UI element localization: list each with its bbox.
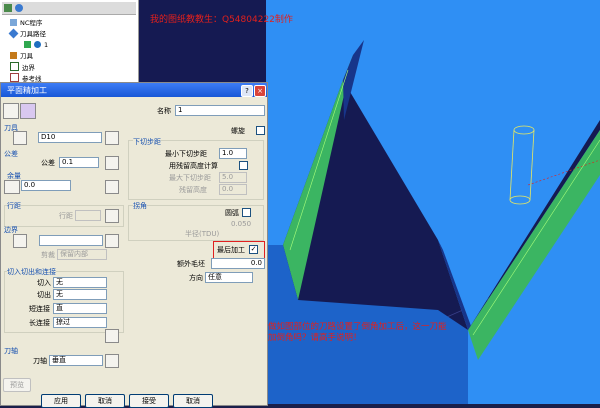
cancel-button[interactable]: 取消 — [173, 394, 213, 408]
leads-section-label: 切入切出和连接 — [7, 267, 56, 277]
tool-icon — [10, 52, 17, 59]
trim-select: 保留内部 — [57, 249, 107, 260]
short-link-select[interactable]: 直 — [53, 303, 107, 314]
stepover-edit-icon — [105, 209, 119, 223]
cancel-calc-button[interactable]: 取消 — [85, 394, 125, 408]
tool-select[interactable]: D10 — [38, 132, 102, 143]
pattern-icon — [10, 73, 19, 82]
check-icon — [24, 41, 31, 48]
dialog-titlebar[interactable]: 平面精加工 ? × — [1, 83, 267, 97]
lead-out-select[interactable]: 无 — [53, 289, 107, 300]
allowance-input[interactable]: 0.0 — [21, 180, 71, 191]
last-pass-checkbox[interactable]: ✓ — [249, 245, 258, 254]
arc-label: 圆弧 — [225, 209, 239, 217]
boundary-icon — [10, 62, 19, 71]
downstep-section-label: 下切步距 — [133, 137, 161, 147]
finishing-dialog: 平面精加工 ? × 名称 1 刀具 D10 螺旋 公差 公差 0.1 余量 0.… — [0, 82, 268, 408]
radius-label: 半径(TDU) — [185, 230, 220, 238]
last-pass-label: 最后加工 — [217, 246, 245, 254]
tool-axis-select[interactable]: 垂直 — [49, 355, 103, 366]
corner-section-label: 拐角 — [133, 201, 147, 211]
direction-select[interactable]: 任意 — [205, 272, 253, 283]
residual-height-label: 残留高度 — [179, 186, 207, 194]
dialog-title: 平面精加工 — [7, 86, 47, 95]
globe-icon[interactable] — [15, 4, 23, 12]
radius-value: 0.050 — [231, 220, 252, 228]
toolpath-node-icon — [34, 41, 41, 48]
min-downstep-input[interactable]: 1.0 — [219, 148, 247, 159]
tolerance-dice-icon[interactable] — [105, 156, 119, 170]
tree-item-toolpaths[interactable]: 刀具路径 — [8, 28, 46, 39]
spiral-checkbox[interactable] — [256, 126, 265, 135]
tool-axis-edit-icon[interactable] — [105, 354, 119, 368]
long-link-select[interactable]: 掠过 — [53, 317, 107, 328]
lead-out-label: 切出 — [37, 291, 51, 299]
strategy-image-icon[interactable] — [20, 103, 36, 119]
tree-item-toolpath-1[interactable]: 1 — [24, 40, 48, 50]
tolerance-label: 公差 — [41, 159, 55, 167]
stepover-input — [75, 210, 101, 221]
name-input[interactable]: 1 — [175, 105, 265, 116]
tree-icon[interactable] — [4, 4, 12, 12]
leads-edit-icon[interactable] — [105, 329, 119, 343]
tool-edit-icon[interactable] — [105, 131, 119, 145]
accept-button[interactable]: 接受 — [129, 394, 169, 408]
annotation-note: 做如图部位的刀路设置了倒角加工后，这一刀能加倒角吗？请高手说明！ — [268, 322, 447, 343]
trim-label: 剪裁 — [41, 251, 55, 259]
boundary-icon[interactable] — [13, 234, 27, 248]
watermark-text: 我的图纸教教生：Q54804222制作 — [150, 15, 293, 25]
nc-program-icon — [10, 19, 17, 26]
close-button[interactable]: × — [254, 85, 266, 97]
lead-in-label: 切入 — [37, 279, 51, 287]
extra-stock-label: 额外毛坯 — [177, 260, 205, 268]
boundary-select[interactable] — [39, 235, 103, 246]
short-link-label: 短连接 — [29, 305, 50, 313]
allowance-icon[interactable] — [4, 180, 20, 194]
toolpath-icon — [8, 28, 19, 39]
tree-item-boundaries[interactable]: 边界 — [10, 62, 35, 72]
spiral-label: 螺旋 — [231, 127, 245, 135]
min-downstep-label: 最小下切步距 — [165, 150, 207, 158]
tree-item-tools[interactable]: 刀具 — [10, 51, 33, 61]
residual-height-input: 0.0 — [219, 184, 247, 195]
max-downstep-input: 5.0 — [219, 172, 247, 183]
tree-item-nc-programs[interactable]: NC程序 — [10, 18, 42, 28]
strategy-gear-icon[interactable] — [3, 103, 19, 119]
stepover-section-label: 行距 — [7, 201, 21, 211]
apply-button[interactable]: 应用 — [41, 394, 81, 408]
help-button[interactable]: ? — [241, 85, 253, 97]
tool-axis-label: 刀轴 — [33, 357, 47, 365]
tolerance-section-label: 公差 — [4, 150, 18, 158]
long-link-label: 长连接 — [29, 319, 50, 327]
use-residual-label: 用残留高度计算 — [169, 162, 218, 170]
tolerance-input[interactable]: 0.1 — [59, 157, 99, 168]
extra-stock-input[interactable]: 0.0 — [211, 258, 265, 269]
explorer-panel: NC程序 刀具路径 1 刀具 边界 参考线 — [0, 0, 139, 88]
lead-in-select[interactable]: 无 — [53, 277, 107, 288]
tool-axis-section-label: 刀轴 — [4, 347, 18, 355]
allowance-edit-icon[interactable] — [105, 180, 119, 194]
preview-button[interactable]: 预览 — [3, 378, 31, 392]
stepover-label: 行距 — [59, 212, 73, 220]
tool-icon[interactable] — [13, 131, 27, 145]
use-residual-checkbox[interactable] — [239, 161, 248, 170]
explorer-toolbar — [2, 2, 136, 15]
boundary-edit-icon[interactable] — [105, 234, 119, 248]
arc-checkbox[interactable] — [242, 208, 251, 217]
max-downstep-label: 最大下切步距 — [169, 174, 211, 182]
name-label: 名称 — [157, 107, 171, 115]
direction-label: 方向 — [189, 274, 203, 282]
